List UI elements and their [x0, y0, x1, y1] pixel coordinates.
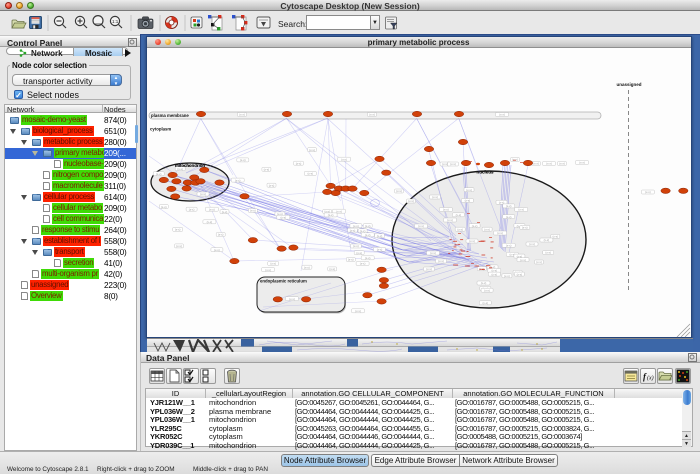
svg-text:(x-x): (x-x): [442, 162, 448, 166]
svg-text:mitochondrion: mitochondrion: [174, 163, 204, 168]
svg-text:(x-x): (x-x): [355, 309, 361, 313]
svg-text:(x-x): (x-x): [579, 161, 585, 165]
svg-text:(x-x): (x-x): [263, 168, 269, 172]
svg-text:(x-x): (x-x): [217, 233, 223, 237]
svg-text:(x-x): (x-x): [533, 162, 539, 166]
svg-text:nucleus: nucleus: [476, 170, 494, 175]
svg-text:(x-x): (x-x): [645, 190, 651, 194]
svg-text:(x-x): (x-x): [469, 239, 475, 243]
svg-text:(x-x): (x-x): [466, 188, 472, 192]
svg-text:(x-x): (x-x): [161, 205, 167, 209]
svg-text:(x-x): (x-x): [304, 265, 310, 269]
svg-text:(x-x): (x-x): [376, 234, 382, 238]
svg-text:(x-x): (x-x): [499, 113, 505, 117]
svg-text:(x-x): (x-x): [353, 224, 359, 228]
svg-text:(x-x): (x-x): [516, 272, 522, 276]
svg-text:(x-x): (x-x): [240, 158, 246, 162]
svg-text:(x-x): (x-x): [504, 274, 510, 278]
svg-text:(x-x): (x-x): [522, 226, 528, 230]
svg-text:(x-x): (x-x): [307, 172, 313, 176]
svg-text:(x-x): (x-x): [497, 231, 503, 235]
svg-text:(x-x): (x-x): [430, 251, 436, 255]
svg-text:(x-x): (x-x): [552, 235, 558, 239]
svg-text:(x-x): (x-x): [206, 220, 212, 224]
svg-text:(x-x): (x-x): [376, 248, 382, 252]
svg-text:(x-x): (x-x): [426, 267, 432, 271]
svg-text:(x-x): (x-x): [239, 113, 245, 117]
svg-text:(x-x): (x-x): [234, 178, 240, 182]
svg-text:(x-x): (x-x): [512, 158, 518, 162]
svg-text:(x-x): (x-x): [289, 297, 295, 301]
svg-text:(x-x): (x-x): [505, 204, 511, 208]
svg-text:cytoplasm: cytoplasm: [150, 127, 171, 132]
svg-text:(x-x): (x-x): [200, 192, 206, 196]
svg-text:(x-x): (x-x): [359, 262, 365, 266]
svg-text:(x-x): (x-x): [450, 162, 456, 166]
svg-text:(x-x): (x-x): [408, 199, 414, 203]
svg-text:(x-x): (x-x): [309, 148, 315, 152]
svg-text:(x-x): (x-x): [349, 228, 355, 232]
svg-text:(x-x): (x-x): [295, 161, 301, 165]
svg-text:(x-x): (x-x): [471, 224, 477, 228]
svg-text:(x-x): (x-x): [418, 224, 424, 228]
svg-text:(x-x): (x-x): [268, 183, 274, 187]
svg-text:(x-x): (x-x): [432, 195, 438, 199]
svg-text:(x-x): (x-x): [518, 208, 524, 212]
svg-text:(x-x): (x-x): [364, 233, 370, 237]
svg-text:(x-x): (x-x): [559, 162, 565, 166]
svg-text:(x-x): (x-x): [543, 238, 549, 242]
svg-text:(x-x): (x-x): [353, 244, 359, 248]
svg-text:(x): (x): [647, 375, 654, 382]
svg-text:(x-x): (x-x): [505, 215, 511, 219]
svg-text:(x-x): (x-x): [155, 172, 161, 176]
svg-text:(x-x): (x-x): [209, 207, 215, 211]
svg-text:(x-x): (x-x): [188, 207, 194, 211]
svg-text:(x-x): (x-x): [484, 288, 490, 292]
svg-text:(x-x): (x-x): [364, 224, 370, 228]
svg-text:(x-x): (x-x): [505, 244, 511, 248]
svg-text:(x-x): (x-x): [176, 244, 182, 248]
svg-text:(x-x): (x-x): [369, 113, 375, 117]
svg-text:endoplasmic reticulum: endoplasmic reticulum: [260, 279, 307, 284]
svg-text:(x-x): (x-x): [455, 213, 461, 217]
svg-text:(x-x): (x-x): [280, 215, 286, 219]
svg-text:(x-x): (x-x): [174, 228, 180, 232]
svg-text:plasma membrane: plasma membrane: [151, 113, 189, 118]
svg-text:1:1: 1:1: [112, 19, 119, 24]
svg-text:(x-x): (x-x): [491, 272, 497, 276]
svg-text:(x-x): (x-x): [464, 199, 470, 203]
svg-text:(x-x): (x-x): [348, 258, 354, 262]
svg-text:(x-x): (x-x): [520, 258, 526, 262]
svg-text:(x-x): (x-x): [484, 227, 490, 231]
svg-text:(x-x): (x-x): [265, 268, 271, 272]
svg-text:(x-x): (x-x): [545, 251, 551, 255]
svg-text:(x-x): (x-x): [329, 267, 335, 271]
svg-text:(x-x): (x-x): [438, 259, 444, 263]
svg-text:(x-x): (x-x): [364, 256, 370, 260]
svg-text:(x-x): (x-x): [214, 248, 220, 252]
svg-text:(x-x): (x-x): [356, 251, 362, 255]
svg-text:(x-x): (x-x): [536, 260, 542, 264]
svg-text:(x-x): (x-x): [250, 209, 256, 213]
svg-text:(x-x): (x-x): [336, 209, 342, 213]
svg-text:(x-x): (x-x): [270, 262, 276, 266]
svg-text:(x-x): (x-x): [327, 213, 333, 217]
svg-text:(x-x): (x-x): [457, 227, 463, 231]
svg-text:(x-x): (x-x): [221, 210, 227, 214]
svg-text:(x-x): (x-x): [480, 281, 486, 285]
svg-text:(x-x): (x-x): [546, 162, 552, 166]
svg-text:(x-x): (x-x): [529, 242, 535, 246]
svg-text:(x-x): (x-x): [443, 208, 449, 212]
svg-text:(x-x): (x-x): [447, 218, 453, 222]
svg-text:(x-x): (x-x): [482, 301, 488, 305]
svg-text:(x-x): (x-x): [341, 157, 347, 161]
svg-text:(x-x): (x-x): [396, 189, 402, 193]
svg-text:unassigned: unassigned: [616, 82, 641, 87]
